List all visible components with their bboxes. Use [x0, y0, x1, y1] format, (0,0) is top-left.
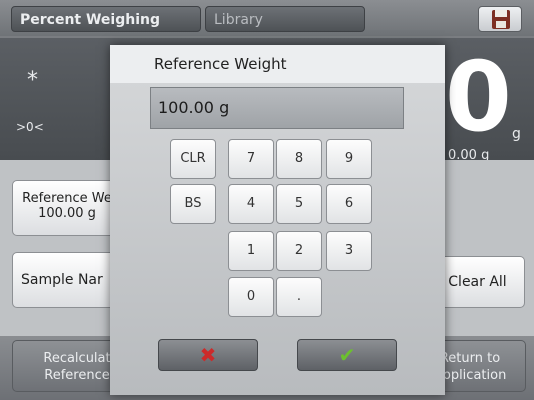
key-2[interactable]: 2: [276, 231, 322, 271]
key-7[interactable]: 7: [228, 139, 274, 179]
weight-display: 0: [445, 41, 512, 153]
key-8[interactable]: 8: [276, 139, 322, 179]
key-5[interactable]: 5: [276, 184, 322, 224]
key-4[interactable]: 4: [228, 184, 274, 224]
stable-indicator: *: [27, 68, 38, 93]
key-0[interactable]: 0: [228, 277, 274, 317]
floppy-disk-icon: [492, 10, 510, 29]
reference-weight-button[interactable]: Reference We 100.00 g: [12, 180, 122, 236]
tab-library[interactable]: Library: [205, 6, 365, 32]
cancel-x-icon: ✖: [199, 343, 217, 367]
unit-label: g: [512, 126, 521, 142]
dialog-title: Reference Weight: [110, 45, 445, 83]
key-decimal[interactable]: .: [276, 277, 322, 317]
key-1[interactable]: 1: [228, 231, 274, 271]
tab-percent-weighing[interactable]: Percent Weighing: [11, 6, 201, 32]
key-9[interactable]: 9: [326, 139, 372, 179]
sample-name-button[interactable]: Sample Nar: [12, 252, 122, 308]
key-backspace[interactable]: BS: [170, 184, 216, 224]
key-clr[interactable]: CLR: [170, 139, 216, 179]
reference-weight-value: 100.00 g: [38, 206, 96, 221]
key-6[interactable]: 6: [326, 184, 372, 224]
reference-weight-label: Reference We: [22, 191, 112, 206]
checkmark-icon: ✔: [338, 343, 356, 367]
save-button[interactable]: [478, 6, 522, 32]
zero-indicator: >0<: [16, 120, 44, 134]
reference-weight-input[interactable]: 100.00 g: [150, 87, 404, 129]
confirm-button[interactable]: ✔: [297, 339, 397, 371]
key-3[interactable]: 3: [326, 231, 372, 271]
cancel-button[interactable]: ✖: [158, 339, 258, 371]
